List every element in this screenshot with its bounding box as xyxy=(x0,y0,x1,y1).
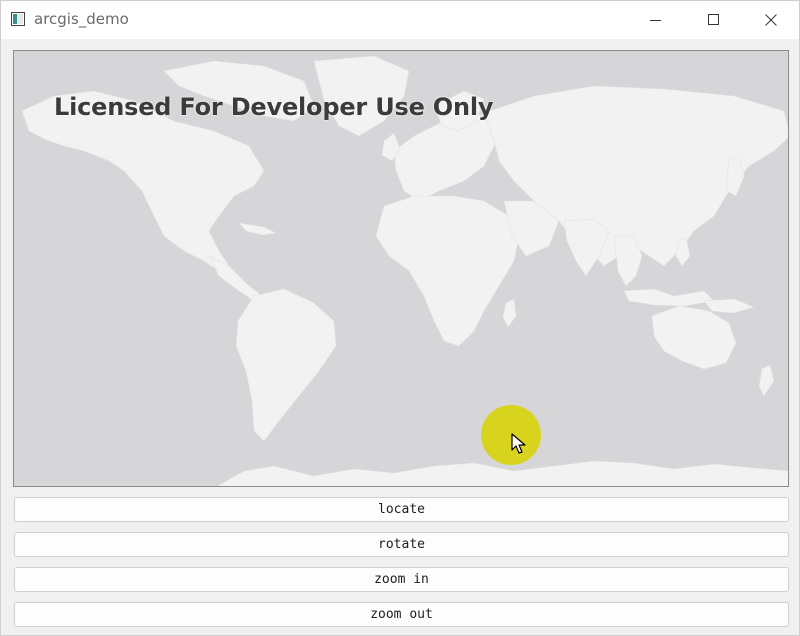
app-window-icon xyxy=(11,12,25,26)
locate-button[interactable]: locate xyxy=(14,497,789,522)
map-view[interactable]: Licensed For Developer Use Only xyxy=(13,50,789,487)
rotate-button[interactable]: rotate xyxy=(14,532,789,557)
maximize-icon xyxy=(708,14,719,25)
license-watermark: Licensed For Developer Use Only xyxy=(54,93,494,121)
zoom-in-button[interactable]: zoom in xyxy=(14,567,789,592)
zoom-out-button[interactable]: zoom out xyxy=(14,602,789,627)
mouse-pointer-icon xyxy=(511,433,526,454)
window-title: arcgis_demo xyxy=(34,10,129,28)
title-bar[interactable]: arcgis_demo xyxy=(1,1,799,39)
close-icon xyxy=(765,14,777,26)
app-window: arcgis_demo Licensed For Developer Use O… xyxy=(0,0,800,636)
minimize-icon xyxy=(650,20,661,21)
maximize-button[interactable] xyxy=(685,1,743,39)
close-button[interactable] xyxy=(742,1,800,39)
minimize-button[interactable] xyxy=(627,1,685,39)
